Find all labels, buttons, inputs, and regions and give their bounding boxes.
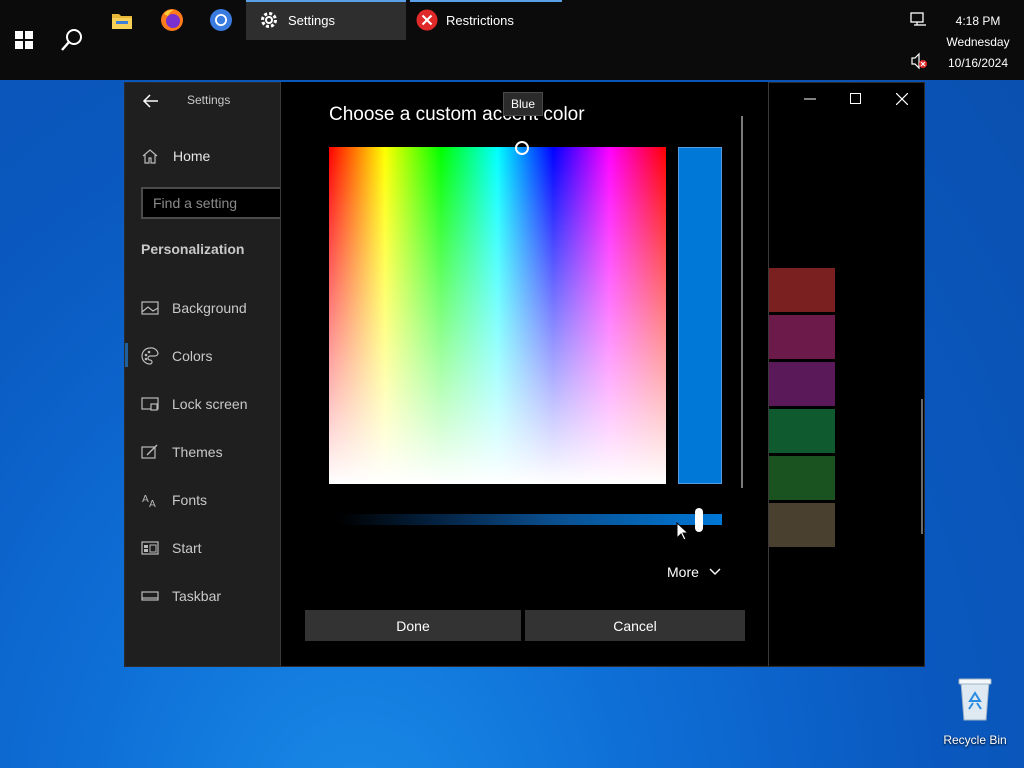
maximize-button[interactable] [842,87,870,111]
recycle-bin-icon [958,678,992,721]
selected-indicator [125,343,128,367]
window-title: Settings [187,93,231,107]
minimize-button[interactable] [796,87,824,111]
volume-muted-icon[interactable] [910,52,928,70]
accent-swatch[interactable] [791,315,835,359]
lock-screen-icon [141,397,159,411]
start-button[interactable] [0,0,48,80]
settings-sidebar: Settings Home Find a setting Personaliza… [125,83,282,666]
mouse-cursor-icon [676,522,690,541]
recycle-bin-label: Recycle Bin [943,733,1007,747]
chrome-pin[interactable] [197,0,245,40]
search-button[interactable] [48,0,96,80]
themes-icon [141,444,158,459]
clock[interactable]: 4:18 PM Wednesday 10/16/2024 [942,11,1014,74]
accent-swatch[interactable] [791,456,835,500]
brightness-slider[interactable] [338,514,722,525]
colors-page-background [766,83,924,666]
find-setting-input[interactable]: Find a setting [141,187,282,219]
maximize-icon [850,93,861,104]
firefox-pin[interactable] [148,0,196,40]
nav-item-label: Start [172,540,202,556]
network-icon[interactable] [910,11,928,29]
minimize-icon [804,98,816,100]
error-icon [416,9,438,31]
close-icon [896,93,908,105]
start-icon [141,541,159,555]
clock-time: 4:18 PM [955,14,1001,28]
recycle-bin[interactable]: Recycle Bin [940,676,1010,747]
nav-item-fonts[interactable]: A A Fonts [141,490,207,510]
dialog-title: Choose a custom accent color [329,104,585,125]
back-arrow-icon[interactable] [141,91,161,111]
taskbar-icon [141,591,159,601]
nav-item-label: Taskbar [172,588,222,604]
nav-home[interactable]: Home [141,147,210,165]
image-icon [141,301,159,315]
svg-text:A: A [142,494,149,505]
firefox-icon [161,9,183,31]
dialog-scrollbar[interactable] [741,116,743,488]
color-spectrum[interactable] [329,141,666,484]
windows-logo-icon [15,31,33,49]
folder-icon [112,14,132,29]
more-label: More [667,564,699,580]
clock-day: Wednesday [946,35,1010,49]
cancel-button[interactable]: Cancel [525,610,745,641]
taskbar-restrictions-label: Restrictions [446,12,514,28]
file-explorer-pin[interactable] [98,0,146,40]
accent-swatch[interactable] [791,268,835,312]
search-icon [61,29,82,51]
fonts-icon: A A [142,494,156,509]
accent-swatch[interactable] [791,503,835,547]
nav-item-label: Colors [172,348,213,364]
nav-item-background[interactable]: Background [141,298,247,318]
gear-icon [258,9,280,31]
close-button[interactable] [888,87,916,111]
chrome-icon [210,9,232,31]
more-button[interactable]: More [667,564,722,580]
taskbar-restrictions[interactable]: Restrictions [410,0,562,40]
palette-icon [141,347,159,365]
clock-date: 10/16/2024 [947,56,1009,70]
system-tray: 4:18 PM Wednesday 10/16/2024 [910,0,1024,80]
taskbar-settings-label: Settings [288,12,335,28]
chevron-down-icon [709,568,721,575]
nav-home-label: Home [173,148,211,164]
color-tooltip: Blue [503,92,543,116]
taskbar: Settings Restrictions 4:18 PM Wednesday [0,0,1024,80]
nav-item-label: Fonts [172,492,208,508]
section-title: Personalization [141,241,245,257]
brightness-slider-thumb[interactable] [694,508,703,532]
nav-item-label: Themes [172,444,223,460]
color-preview [678,147,722,484]
done-button[interactable]: Done [305,610,521,641]
nav-item-themes[interactable]: Themes [141,442,223,462]
home-icon [142,149,158,164]
nav-item-label: Lock screen [172,396,248,412]
custom-accent-color-dialog: Choose a custom accent color Blue More D… [280,82,769,666]
taskbar-settings[interactable]: Settings [246,0,406,40]
nav-item-lock-screen[interactable]: Lock screen [141,394,247,414]
nav-item-taskbar[interactable]: Taskbar [141,586,221,606]
accent-swatch[interactable] [791,409,835,453]
nav-item-start[interactable]: Start [141,538,202,558]
page-scrollbar[interactable] [921,399,923,534]
accent-swatch[interactable] [791,362,835,406]
nav-item-label: Background [172,300,247,316]
svg-text:A: A [149,499,156,509]
spectrum-picker-handle[interactable] [515,141,529,155]
nav-item-colors[interactable]: Colors [141,346,212,366]
